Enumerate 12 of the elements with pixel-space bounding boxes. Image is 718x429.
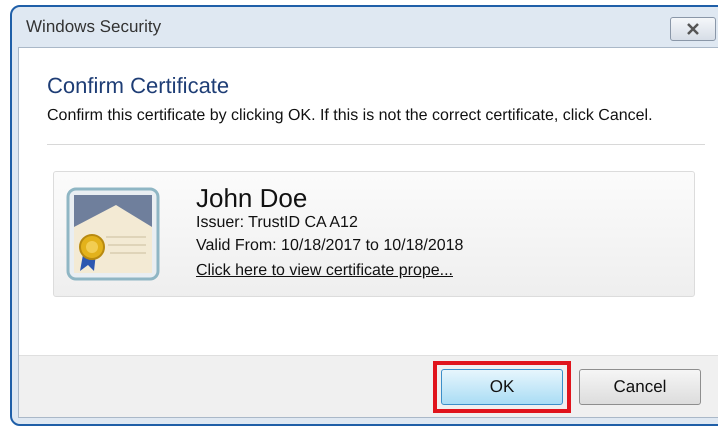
window-title: Windows Security [26, 16, 162, 38]
close-icon [686, 23, 700, 35]
certificate-icon [66, 187, 160, 281]
dialog-message: Confirm this certificate by clicking OK. If this is not the correct certificate, click Cancel. [47, 106, 654, 126]
certificate-details-link[interactable]: Click here to view certificate prope... [196, 258, 464, 284]
certificate-name: John Doe [196, 184, 308, 212]
ok-button[interactable]: OK [441, 368, 563, 404]
close-button[interactable] [670, 17, 716, 41]
cancel-button[interactable]: Cancel [579, 368, 701, 404]
certificate-issuer: Issuer: TrustID CA A12 [196, 213, 359, 233]
dialog-heading: Confirm Certificate [47, 72, 230, 100]
certificate-validity: Valid From: 10/18/2017 to 10/18/2018 [196, 236, 464, 256]
